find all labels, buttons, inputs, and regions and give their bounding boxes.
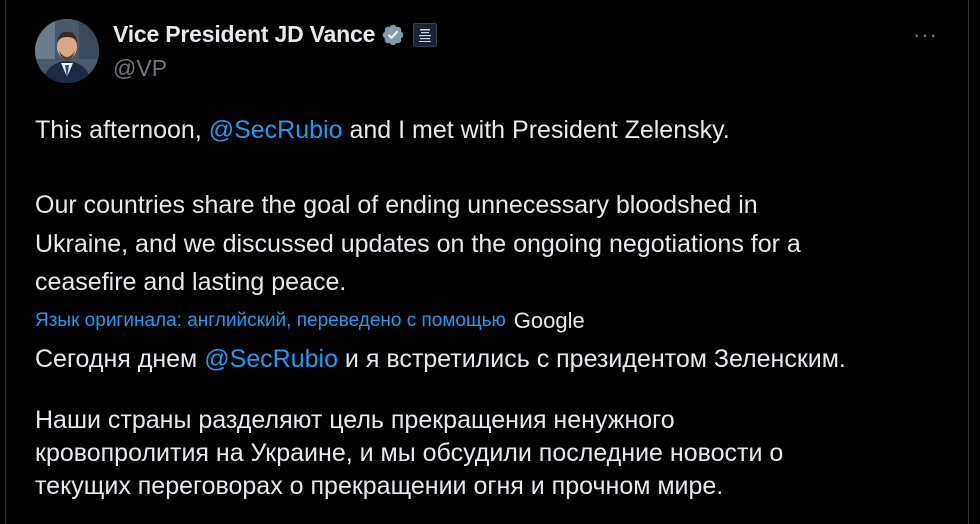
more-options-icon[interactable]: ··· <box>913 22 938 48</box>
verified-badge-icon[interactable] <box>381 23 405 47</box>
translated-para2-line-3: текущих переговорах о прекращении огня и… <box>35 472 724 500</box>
mention-secrubio-translated[interactable]: @SecRubio <box>204 345 338 373</box>
translated-line-1-suffix: и я встретились с президентом Зеленским. <box>337 345 846 373</box>
white-house-seal-icon[interactable] <box>413 22 438 47</box>
translated-line-1-prefix: Сегодня днем <box>35 345 205 373</box>
portrait-avatar-icon <box>35 19 99 83</box>
author-row: Vice President JD Vance <box>113 21 438 48</box>
translated-para2-line-1: Наши страны разделяют цель прекращения н… <box>35 406 675 434</box>
original-para2-line-2: Ukraine, and we discussed updates on the… <box>35 230 801 258</box>
translation-note-link[interactable]: Язык оригинала: английский, переведено с… <box>35 310 506 332</box>
original-line-1-prefix: This afternoon, <box>35 116 209 144</box>
translated-line-1: Сегодня днем @SecRubio и я встретились с… <box>35 340 846 378</box>
original-para2-line-3: ceasefire and lasting peace. <box>35 268 347 296</box>
mention-secrubio-original[interactable]: @SecRubio <box>209 116 343 144</box>
translated-para2-line-2: кровопролития на Украине, и мы обсудили … <box>35 439 784 467</box>
author-handle[interactable]: @VP <box>113 55 167 82</box>
avatar[interactable] <box>35 19 99 83</box>
original-para2-line-1: Our countries share the goal of ending u… <box>35 191 758 219</box>
author-name[interactable]: Vice President JD Vance <box>113 21 375 48</box>
translation-attribution: Язык оригинала: английский, переведено с… <box>35 308 585 334</box>
original-line-1-suffix: and I met with President Zelensky. <box>342 116 730 144</box>
google-logo: Google <box>513 308 585 333</box>
original-line-1: This afternoon, @SecRubio and I met with… <box>35 111 730 149</box>
